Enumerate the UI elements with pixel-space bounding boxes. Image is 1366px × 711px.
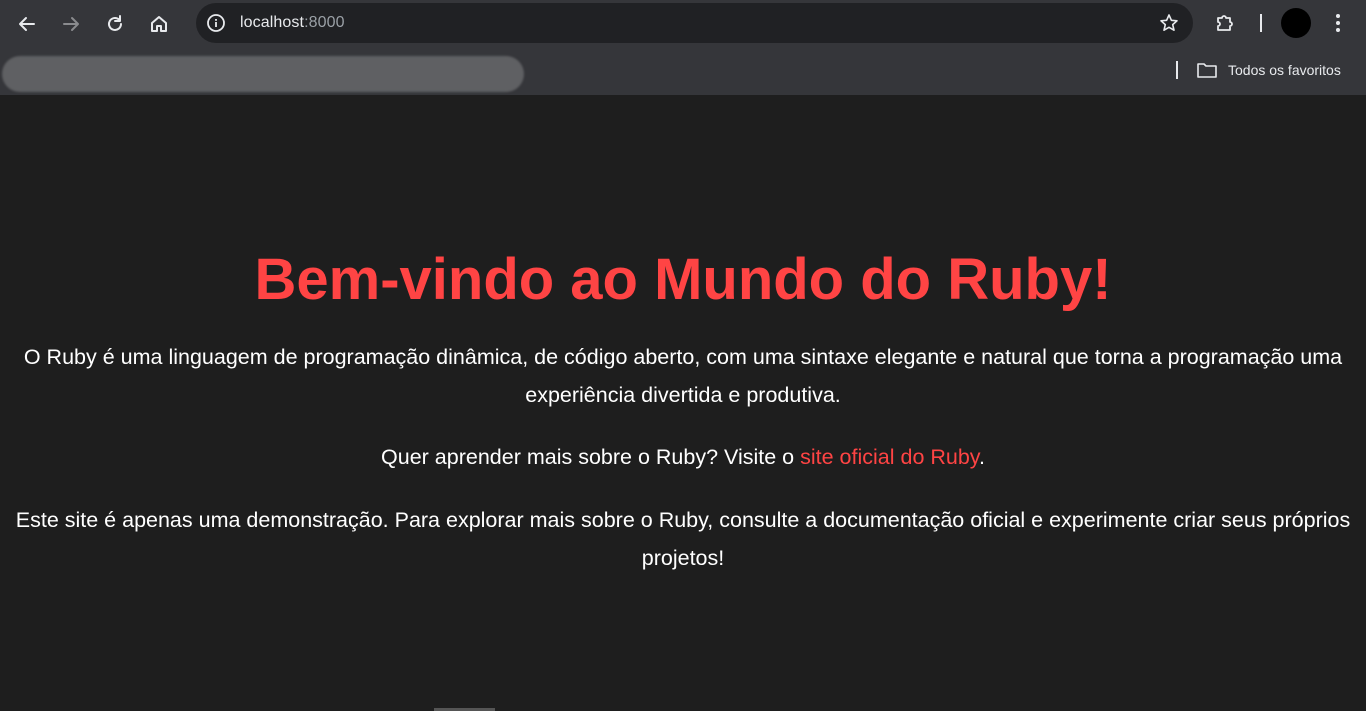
page-heading: Bem-vindo ao Mundo do Ruby! (254, 247, 1112, 312)
bookmarks-bar: Todos os favoritos (0, 47, 1366, 95)
learn-more-suffix: . (978, 445, 985, 469)
site-info-button[interactable] (202, 9, 230, 37)
profile-avatar[interactable] (1281, 8, 1311, 38)
demo-note-paragraph: Este site é apenas uma demonstração. Par… (15, 508, 1351, 570)
url-port: :8000 (304, 14, 345, 31)
star-icon (1160, 14, 1178, 31)
extensions-button[interactable] (1208, 6, 1242, 40)
url-host: localhost (240, 14, 305, 31)
forward-arrow-icon (63, 16, 79, 31)
bookmark-star-button[interactable] (1157, 11, 1181, 35)
puzzle-icon (1217, 15, 1233, 31)
bookmarks-separator (1176, 61, 1178, 79)
home-icon (151, 15, 167, 32)
learn-more-paragraph: Quer aprender mais sobre o Ruby? Visite … (0, 438, 1366, 476)
address-bar[interactable]: localhost:8000 (196, 3, 1193, 43)
back-button[interactable] (10, 7, 44, 41)
forward-button[interactable] (54, 7, 88, 41)
reload-icon (108, 14, 122, 31)
learn-more-text: Quer aprender mais sobre o Ruby? Visite … (381, 445, 801, 469)
intro-paragraph: O Ruby é uma linguagem de programação di… (23, 345, 1343, 407)
url-text[interactable]: localhost:8000 (240, 14, 345, 32)
browser-menu-button[interactable] (1321, 6, 1355, 40)
browser-toolbar: localhost:8000 (0, 0, 1366, 47)
redacted-bookmarks (2, 56, 524, 92)
toolbar-separator (1260, 14, 1262, 32)
back-arrow-icon (19, 16, 35, 31)
page-content: Bem-vindo ao Mundo do Ruby! O Ruby é uma… (0, 95, 1366, 711)
ruby-official-site-link[interactable]: site oficial do Ruby (800, 445, 979, 469)
all-bookmarks-label: Todos os favoritos (1228, 62, 1341, 78)
kebab-menu-icon (1336, 14, 1340, 32)
all-bookmarks-button[interactable]: Todos os favoritos (1196, 57, 1341, 83)
reload-button[interactable] (98, 7, 132, 41)
info-icon (207, 14, 225, 32)
folder-icon (1196, 59, 1218, 81)
home-button[interactable] (142, 7, 176, 41)
